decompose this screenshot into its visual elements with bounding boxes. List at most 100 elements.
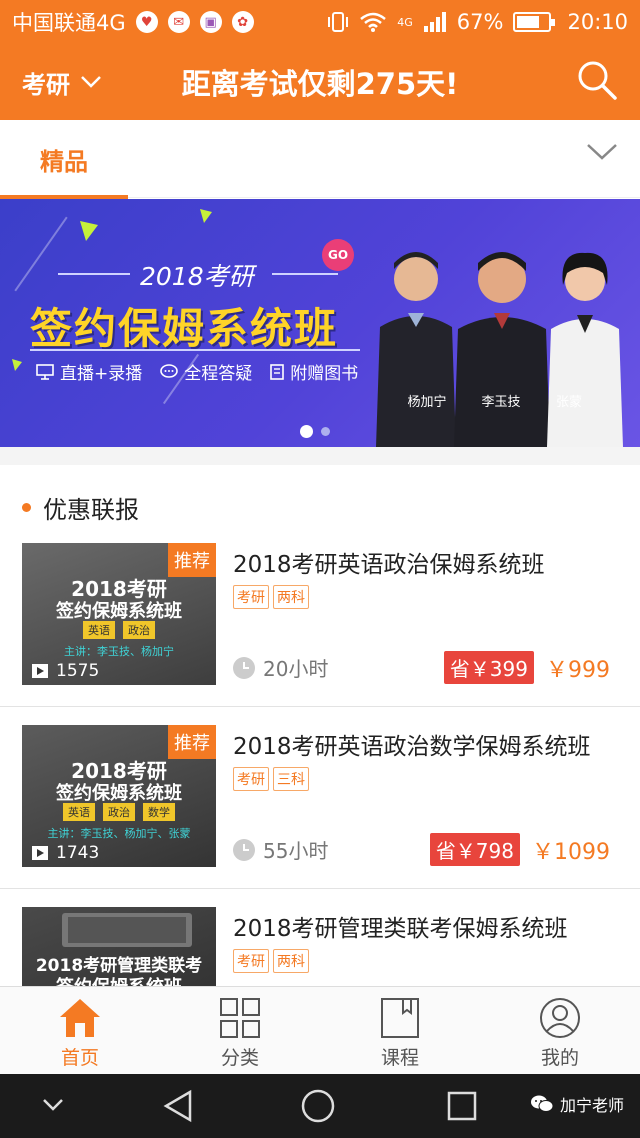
play-icon [32, 664, 48, 678]
course-thumbnail[interactable]: 推荐 2018考研 签约保姆系统班 英语 政治 数学 主讲：李玉技、杨加宁、张蒙… [22, 725, 216, 867]
teacher-name: 李玉技 [481, 395, 521, 410]
profile-icon [540, 998, 580, 1038]
mail-icon: ✉ [167, 11, 190, 33]
tab-expand-button[interactable] [586, 142, 618, 166]
tab-featured[interactable]: 精品 [0, 120, 128, 199]
banner-divider [58, 273, 130, 275]
promo-banner[interactable]: 2018考研 GO 签约保姆系统班 直播+录播 全程答疑 附赠图书 杨加宁 李玉… [0, 199, 640, 447]
bottom-navigation: 首页 分类 课程 我的 [0, 986, 640, 1074]
chevron-down-icon [587, 144, 617, 160]
battery-icon [513, 12, 556, 32]
teacher-photo [547, 252, 623, 447]
search-icon [578, 61, 617, 100]
view-count-value: 1575 [56, 661, 100, 681]
watermark: 加宁老师 [530, 1092, 624, 1116]
view-count-value: 1743 [56, 843, 100, 863]
home-icon [60, 999, 100, 1037]
banner-feature-label: 全程答疑 [184, 364, 253, 384]
clock-icon [233, 656, 255, 679]
teacher-photo [376, 252, 456, 447]
course-duration: 20小时 [233, 653, 328, 682]
course-tag: 考研 [233, 585, 269, 609]
banner-feature: 全程答疑 [160, 359, 252, 384]
course-title: 2018考研管理类联考保姆系统班 [233, 916, 568, 942]
section-bullet [22, 503, 31, 512]
thumbnail-tag: 英语 [83, 621, 115, 639]
exam-selector[interactable]: 考研 [22, 65, 102, 100]
banner-decoration [14, 216, 68, 292]
search-button[interactable] [576, 59, 618, 105]
go-badge: GO [322, 239, 354, 271]
battery-percent: 67% [456, 10, 504, 34]
system-navigation-bar: 加宁老师 [0, 1074, 640, 1138]
banner-decoration [80, 221, 98, 241]
banner-feature: 附赠图书 [270, 359, 358, 384]
nav-label: 分类 [220, 1047, 259, 1069]
back-icon[interactable] [160, 1088, 196, 1124]
thumbnail-subtitle: 签约保姆系统班 [56, 783, 182, 804]
grid-icon [220, 998, 260, 1038]
status-right: 4G 67% 20:10 [327, 10, 628, 34]
teacher-photo [454, 252, 550, 447]
course-duration: 55小时 [233, 835, 328, 864]
app-root: 中国联通4G ♥ ✉ ▣ ✿ 4G 67% 20:10 考研 距离考试仅剩275… [0, 0, 640, 1138]
exam-selector-label: 考研 [22, 70, 70, 99]
course-pricing: 省￥399 ￥999 [443, 651, 610, 684]
collapse-nav-icon[interactable] [42, 1098, 64, 1112]
thumbnail-teachers: 主讲：李玉技、杨加宁、张蒙 [47, 827, 191, 840]
watermark-text: 加宁老师 [559, 1096, 624, 1115]
huawei-icon: ✿ [231, 11, 254, 33]
course-title: 2018考研英语政治保姆系统班 [233, 552, 545, 578]
category-tab-bar: 精品 [0, 120, 640, 199]
recommend-badge: 推荐 [168, 725, 216, 759]
thumbnail-tag: 政治 [123, 621, 155, 639]
course-card[interactable]: 推荐 2018考研 签约保姆系统班 英语 政治 数学 主讲：李玉技、杨加宁、张蒙… [0, 707, 640, 889]
signal-icon [423, 12, 446, 32]
nav-label: 课程 [380, 1047, 419, 1069]
banner-decoration [12, 359, 22, 371]
course-tags: 考研 两科 [233, 585, 309, 609]
play-icon [32, 846, 48, 860]
banner-decoration [200, 209, 212, 223]
nav-label: 首页 [60, 1047, 99, 1069]
nav-profile[interactable]: 我的 [480, 987, 640, 1074]
section-gap [0, 447, 640, 465]
book-icon [270, 363, 285, 380]
savings-badge: 省￥399 [443, 651, 534, 684]
view-count: 1575 [32, 661, 99, 681]
banner-year: 2018考研 [140, 262, 254, 291]
course-title: 2018考研英语政治数学保姆系统班 [233, 734, 591, 760]
course-thumbnail[interactable]: 推荐 2018考研 签约保姆系统班 英语 政治 主讲：李玉技、杨加宁 1575 [22, 543, 216, 685]
thumbnail-teachers: 主讲：李玉技、杨加宁 [64, 645, 174, 658]
course-tag: 考研 [233, 949, 269, 973]
nav-category[interactable]: 分类 [160, 987, 320, 1074]
nav-courses[interactable]: 课程 [320, 987, 480, 1074]
wechat-icon [530, 1095, 554, 1112]
carousel-dot-active[interactable] [300, 425, 313, 438]
course-pricing: 省￥798 ￥1099 [429, 833, 610, 866]
thumbnail-subtitle: 签约保姆系统班 [56, 601, 182, 622]
course-card[interactable]: 推荐 2018考研 签约保姆系统班 英语 政治 主讲：李玉技、杨加宁 1575 … [0, 525, 640, 707]
section-header: 优惠联报 [22, 490, 139, 525]
banner-feature: 直播+录播 [36, 359, 142, 384]
clock-icon [233, 838, 255, 861]
banner-feature-label: 附赠图书 [290, 364, 359, 384]
home-button-icon[interactable] [300, 1088, 336, 1124]
thumbnail-tag: 英语 [63, 803, 95, 821]
thumbnail-tags: 英语 政治 [22, 621, 216, 639]
course-tags: 考研 三科 [233, 767, 309, 791]
network-type: 4G [397, 16, 413, 29]
heart-app-icon: ♥ [135, 11, 158, 33]
course-price: ￥999 [546, 657, 610, 683]
chevron-down-icon [81, 76, 101, 88]
course-tag: 两科 [273, 949, 309, 973]
recent-apps-icon[interactable] [444, 1088, 480, 1124]
book-icon [381, 998, 419, 1038]
course-tag: 三科 [273, 767, 309, 791]
nav-home[interactable]: 首页 [0, 987, 160, 1074]
vibrate-icon [328, 12, 349, 32]
status-bar: 中国联通4G ♥ ✉ ▣ ✿ 4G 67% 20:10 [0, 0, 640, 44]
teacher-name: 张蒙 [555, 395, 582, 410]
carousel-dot[interactable] [321, 427, 330, 436]
monitor-icon [36, 363, 54, 380]
